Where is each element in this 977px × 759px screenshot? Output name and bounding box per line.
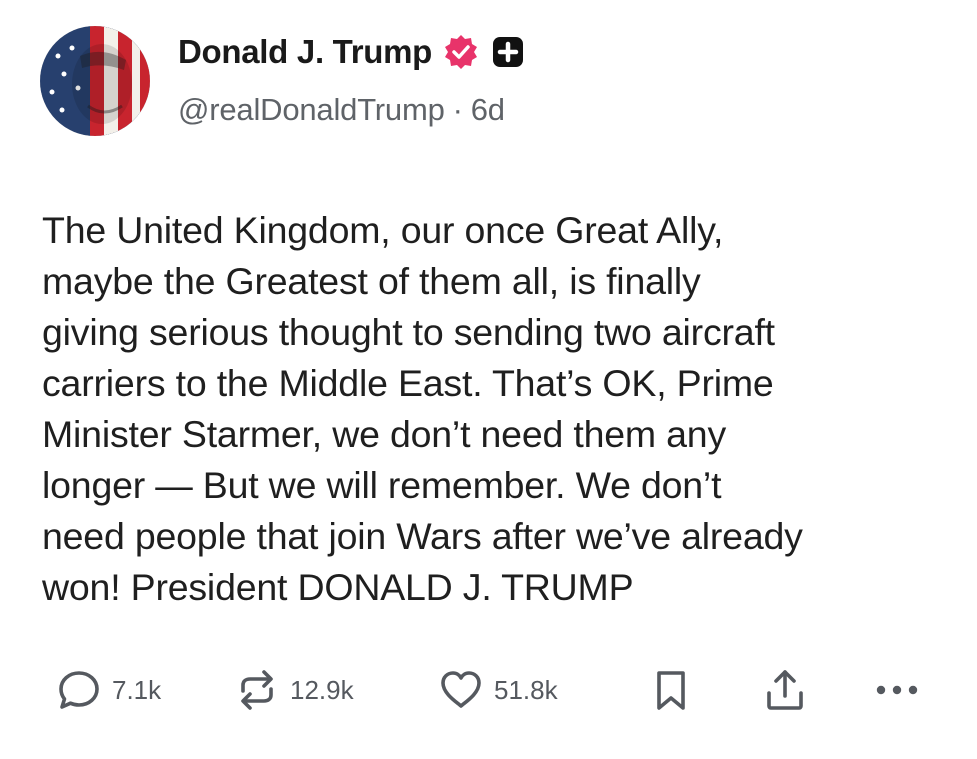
author-name-row: Donald J. Trump xyxy=(178,30,524,74)
avatar[interactable] xyxy=(40,26,150,136)
more-icon xyxy=(872,667,922,713)
reply-count: 7.1k xyxy=(112,674,162,705)
share-icon xyxy=(762,667,808,713)
reply-button[interactable]: 7.1k xyxy=(56,662,161,718)
meta-separator: · xyxy=(452,92,463,127)
reply-icon xyxy=(56,667,102,713)
post-body-text: The United Kingdom, our once Great Ally,… xyxy=(42,209,803,608)
author-meta: @realDonaldTrump · 6d xyxy=(178,92,505,128)
plus-square-icon xyxy=(492,36,524,68)
like-icon xyxy=(438,667,484,713)
author-handle[interactable]: @realDonaldTrump xyxy=(178,92,445,127)
repost-count: 12.9k xyxy=(290,674,354,705)
repost-icon xyxy=(234,667,280,713)
bookmark-icon xyxy=(648,667,694,713)
more-options-button[interactable] xyxy=(872,662,922,718)
post-action-bar: 7.1k 12.9k 51.8k xyxy=(56,662,936,718)
like-button[interactable]: 51.8k xyxy=(438,662,558,718)
bookmark-button[interactable] xyxy=(648,662,694,718)
avatar-flag-portrait-icon xyxy=(40,26,150,136)
post-card: Donald J. Trump @realDonaldTrump · 6d The … xyxy=(0,0,977,759)
share-button[interactable] xyxy=(762,662,808,718)
verified-badge-icon xyxy=(442,33,480,71)
repost-button[interactable]: 12.9k xyxy=(234,662,354,718)
post-timestamp[interactable]: 6d xyxy=(471,92,505,127)
author-display-name[interactable]: Donald J. Trump xyxy=(178,33,432,71)
like-count: 51.8k xyxy=(494,674,558,705)
